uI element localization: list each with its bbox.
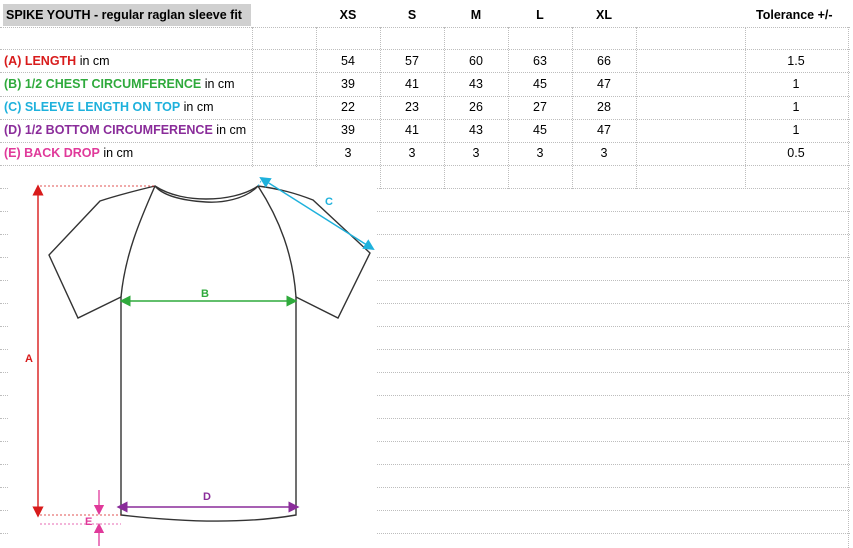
- tshirt-diagram: A B C D E: [8, 168, 376, 546]
- label-c: C: [325, 196, 333, 208]
- label-d: D: [203, 491, 211, 503]
- label-e: E: [85, 516, 92, 528]
- label-a: A: [25, 353, 33, 365]
- label-b: B: [201, 288, 209, 300]
- size-chart-sheet: SPIKE YOUTH - regular raglan sleeve fit …: [0, 0, 853, 548]
